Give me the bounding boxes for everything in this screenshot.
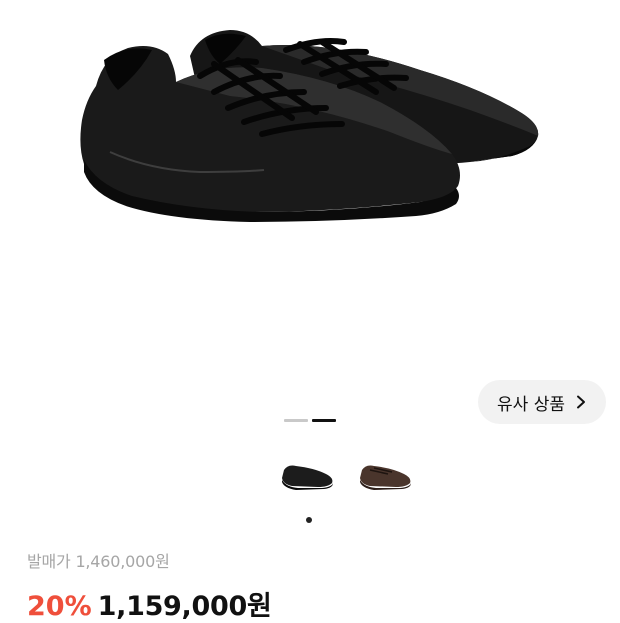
pager-segment-1[interactable]: [284, 419, 308, 422]
sale-price: 1,159,000원: [97, 591, 272, 622]
thumbnail-black[interactable]: [278, 458, 340, 498]
black-sneaker-thumbnail: [282, 465, 333, 490]
chevron-right-icon: [576, 395, 585, 409]
selected-thumbnail-indicator: [306, 517, 312, 523]
sale-row: 20% 1,159,000원: [27, 584, 587, 623]
similar-products-label: 유사 상품: [497, 394, 565, 415]
pager-segment-2[interactable]: [312, 419, 336, 422]
gallery-pager: [284, 419, 336, 422]
product-image[interactable]: [0, 0, 620, 380]
similar-products-button[interactable]: 유사 상품: [478, 380, 606, 424]
brown-sneaker-thumbnail: [360, 465, 411, 490]
price-section: 발매가 1,460,000원 20% 1,159,000원: [27, 548, 587, 623]
original-price: 발매가 1,460,000원: [27, 552, 170, 571]
discount-percent: 20%: [27, 591, 92, 622]
thumbnail-brown[interactable]: [356, 458, 418, 498]
